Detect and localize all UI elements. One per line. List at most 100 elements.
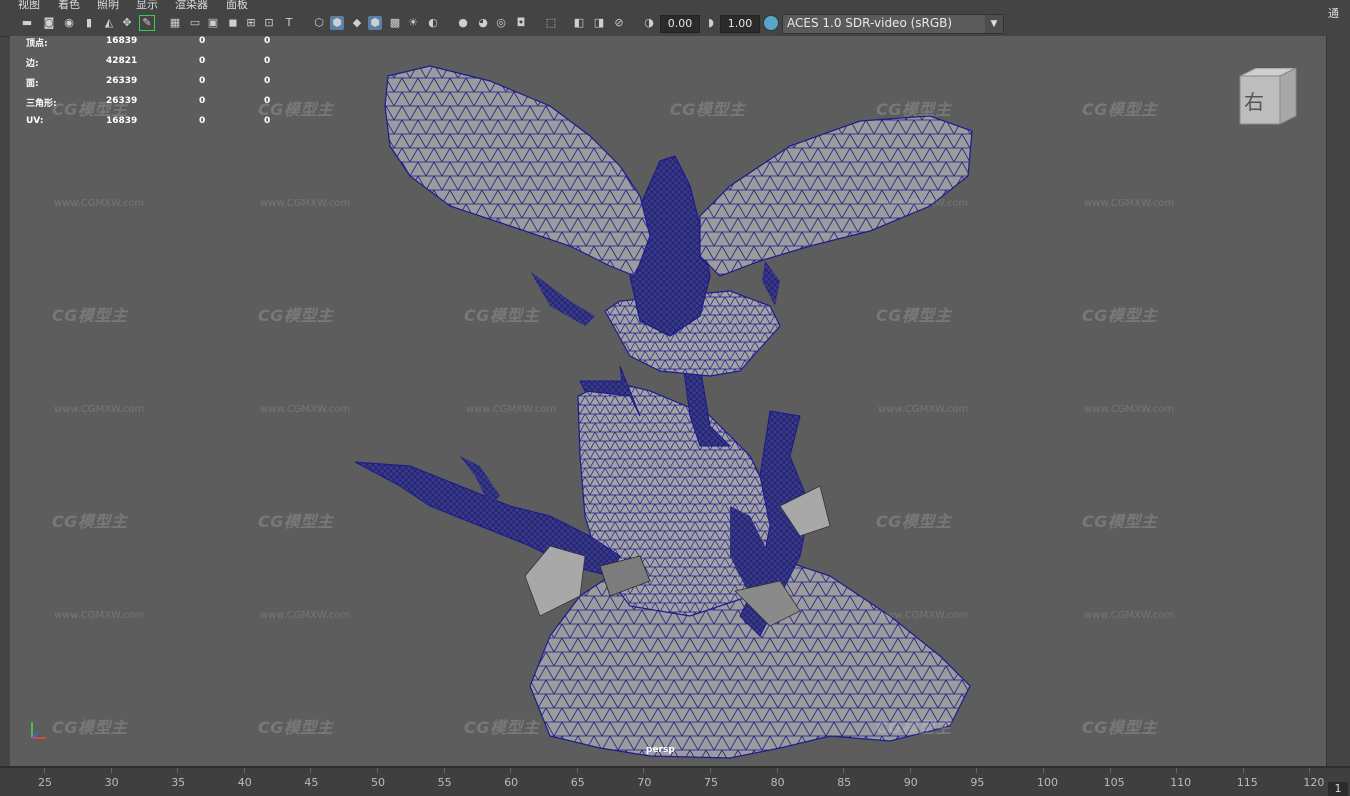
hud-label: 顶点: (26, 39, 48, 49)
xray-icon[interactable]: ◧ (572, 16, 586, 30)
watermark-logo: CG模型主 (876, 100, 952, 119)
screen-space-ao-icon[interactable]: ● (456, 16, 470, 30)
camera-name-label: persp (646, 745, 675, 755)
color-management-icon[interactable] (763, 15, 779, 31)
panel-toolbar: ▬ ◙ ◉ ▮ ◭ ✥ ✎ ▦ ▭ ▣ ◼ ⊞ ⊡ T ⬡ ⬢ ◆ ⬢ ▩ ☀ … (0, 10, 1328, 37)
safe-action-icon[interactable]: ⊡ (262, 16, 276, 30)
watermark-logo: CG模型主 (258, 306, 334, 325)
watermark-logo: CG模型主 (876, 718, 952, 737)
timeline-tick-mark (310, 768, 312, 773)
watermark-url: www.CGMXW.com (466, 404, 557, 415)
view-cube[interactable]: 右 (1236, 67, 1298, 130)
menu-item[interactable]: 着色 (58, 0, 80, 10)
timeline-tick-mark (1309, 768, 1311, 773)
smooth-shade-icon[interactable]: ⬢ (330, 16, 344, 30)
hud-value: 0 (264, 96, 271, 106)
hud-value: 16839 (106, 36, 138, 46)
textured-icon[interactable]: ▩ (388, 16, 402, 30)
watermark-logo: CG模型主 (52, 306, 128, 325)
grid-icon[interactable]: ▦ (168, 16, 182, 30)
menu-item[interactable]: 显示 (136, 0, 158, 10)
menu-item[interactable]: 视图 (18, 0, 40, 10)
wireframe-icon[interactable]: ⬡ (312, 16, 326, 30)
bookmark-icon[interactable]: ▮ (82, 16, 96, 30)
watermark-url: www.CGMXW.com (1084, 198, 1175, 209)
wireframe-on-shaded-icon[interactable]: ⬢ (368, 16, 382, 30)
isolate-select-icon[interactable]: ⬚ (544, 16, 558, 30)
watermark-url: www.CGMXW.com (54, 198, 145, 209)
timeline-tick-label: 110 (1170, 776, 1192, 789)
timeline-tick-label: 40 (237, 776, 252, 789)
grease-pencil-icon[interactable]: ✎ (139, 15, 155, 31)
menu-item[interactable]: 渲染器 (175, 0, 208, 10)
menu-bar: 视图 着色 照明 显示 渲染器 面板 (0, 0, 1350, 10)
timeline-tick-label: 105 (1103, 776, 1125, 789)
film-gate-icon[interactable]: ▭ (188, 16, 202, 30)
2d-pan-zoom-icon[interactable]: ✥ (120, 16, 134, 30)
timeline-tick-mark (1242, 768, 1244, 773)
timeline-tick-mark (1176, 768, 1178, 773)
timeline-tick-mark (443, 768, 445, 773)
timeline-tick-label: 45 (304, 776, 319, 789)
hud-value: 42821 (106, 56, 138, 66)
watermark-url: www.CGMXW.com (1084, 404, 1175, 415)
side-panel-tab[interactable]: 通 (1328, 5, 1339, 21)
hud-value: 0 (199, 96, 206, 106)
timeline-tick-label: 35 (171, 776, 186, 789)
camera-attributes-icon[interactable]: ◙ (42, 16, 56, 30)
xray-active-components-icon[interactable]: ◨ (592, 16, 606, 30)
hud-row-edges: 边: 42821 0 0 (26, 56, 306, 70)
hud-value: 26339 (106, 96, 138, 106)
menu-item[interactable]: 照明 (97, 0, 119, 10)
timeline-tick-label: 95 (970, 776, 985, 789)
camera-lock-icon[interactable]: ◉ (62, 16, 76, 30)
timeline-tick-label: 90 (903, 776, 918, 789)
timeline-tick-mark (110, 768, 112, 773)
timeline-tick-mark (909, 768, 911, 773)
color-space-label: ACES 1.0 SDR-video (sRGB) (787, 16, 953, 30)
hud-value: 0 (264, 56, 271, 66)
hud-row-vertices: 顶点: 16839 0 0 (26, 36, 306, 50)
exposure-field[interactable]: 0.00 (660, 15, 700, 33)
timeline-tick-label: 100 (1037, 776, 1058, 789)
timeline-tick-mark (576, 768, 578, 773)
safe-title-icon[interactable]: T (282, 16, 296, 30)
hud-row-uvs: UV: 16839 0 0 (26, 116, 306, 130)
watermark-url: www.CGMXW.com (1084, 610, 1175, 621)
timeline-tick-label: 120 (1303, 776, 1325, 789)
watermark-url: www.CGMXW.com (260, 404, 351, 415)
timeline-tick-label: 30 (104, 776, 119, 789)
timeline-tick-label: 25 (38, 776, 52, 789)
gamma-icon[interactable]: ◗ (704, 16, 718, 30)
viewport-persp[interactable]: CG模型主 CG模型主 CG模型主 CG模型主 CG模型主 CG模型主 CG模型… (10, 36, 1326, 766)
image-plane-icon[interactable]: ◭ (102, 16, 116, 30)
multisample-aa-icon[interactable]: ◎ (494, 16, 508, 30)
default-material-icon[interactable]: ◆ (350, 16, 364, 30)
camera-select-icon[interactable]: ▬ (20, 16, 34, 30)
timeline-tick-mark (976, 768, 978, 773)
depth-of-field-icon[interactable]: ◘ (514, 16, 528, 30)
color-space-select[interactable]: ACES 1.0 SDR-video (sRGB) ▼ (782, 14, 1004, 34)
chevron-down-icon[interactable]: ▼ (985, 15, 1003, 33)
timeline-tick-label: 65 (570, 776, 585, 789)
xray-joints-icon[interactable]: ⊘ (612, 16, 626, 30)
time-slider[interactable]: 25 30 35 40 45 50 55 60 65 70 75 80 85 90 95 100 105 110 1… (0, 766, 1350, 796)
gate-mask-icon[interactable]: ◼ (226, 16, 240, 30)
watermark-logo: CG模型主 (876, 512, 952, 531)
shadows-icon[interactable]: ◐ (426, 16, 440, 30)
gamma-field[interactable]: 1.00 (720, 15, 760, 33)
watermark-logo: CG模型主 (1082, 100, 1158, 119)
hud-value: 16839 (106, 116, 138, 126)
motion-blur-icon[interactable]: ◕ (476, 16, 490, 30)
watermark-url: www.CGMXW.com (54, 610, 145, 621)
timeline-tick-mark (510, 768, 512, 773)
exposure-icon[interactable]: ◑ (642, 16, 656, 30)
resolution-gate-icon[interactable]: ▣ (206, 16, 220, 30)
timeline-tick-label: 55 (437, 776, 452, 789)
timeline-tick-mark (177, 768, 179, 773)
menu-item[interactable]: 面板 (226, 0, 248, 10)
field-chart-icon[interactable]: ⊞ (244, 16, 258, 30)
timeline-tick-label: 60 (504, 776, 519, 789)
use-all-lights-icon[interactable]: ☀ (406, 16, 420, 30)
timeline-tick-label: 50 (371, 776, 385, 789)
